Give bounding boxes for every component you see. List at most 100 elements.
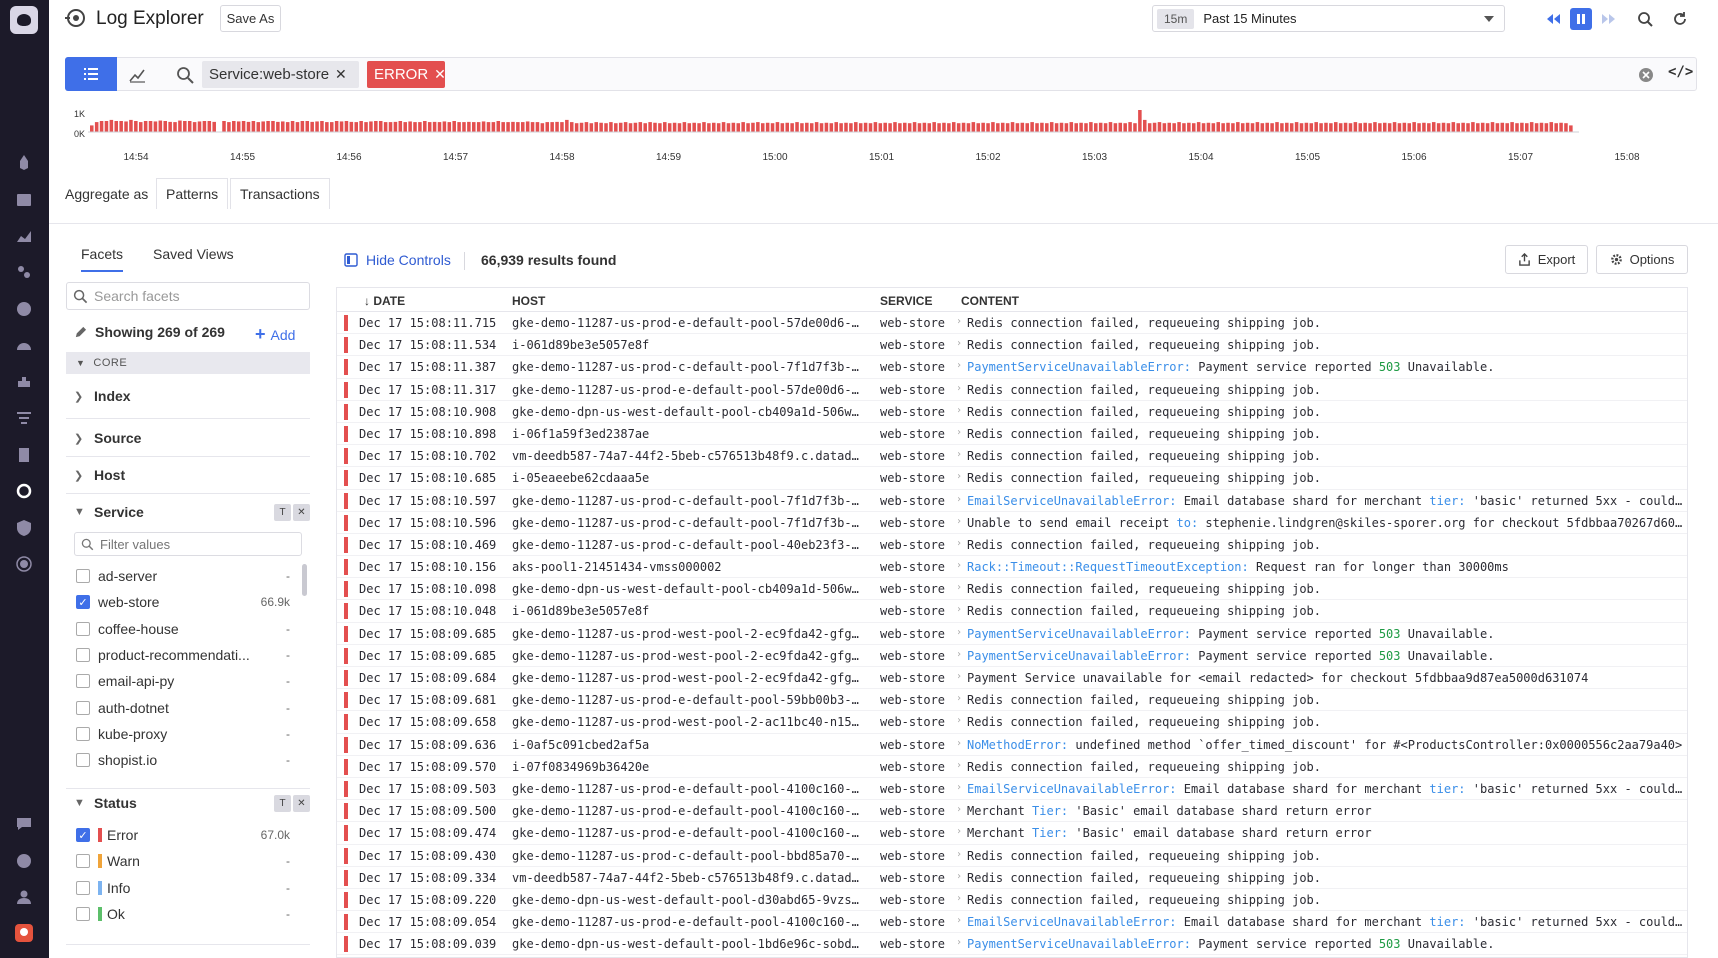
histogram-bar[interactable] <box>628 123 633 132</box>
histogram-bar[interactable] <box>555 121 559 132</box>
histogram-bar[interactable] <box>1304 122 1309 132</box>
histogram-bar[interactable] <box>932 122 936 132</box>
datadog-logo-icon[interactable] <box>10 6 38 34</box>
histogram-bar[interactable] <box>604 123 608 132</box>
facet-value-row[interactable]: Ok - <box>76 904 290 924</box>
histogram-bar[interactable] <box>1324 122 1328 132</box>
pause-button[interactable] <box>1570 8 1592 30</box>
histogram-bar[interactable] <box>1314 122 1318 132</box>
histogram-bar[interactable] <box>996 123 1000 132</box>
histogram-bar[interactable] <box>1108 122 1113 132</box>
facet-search-box[interactable] <box>66 282 310 310</box>
histogram-bar[interactable] <box>202 121 207 132</box>
histogram-bar[interactable] <box>1147 123 1152 132</box>
histogram-bar[interactable] <box>403 122 407 132</box>
table-row[interactable]: Dec 17 15:08:09.474 gke-demo-11287-us-pro… <box>337 822 1687 845</box>
histogram-bar[interactable] <box>760 123 765 132</box>
histogram-bar[interactable] <box>124 121 128 132</box>
histogram-bar[interactable] <box>99 121 104 132</box>
histogram-bar[interactable] <box>638 122 643 132</box>
histogram-bar[interactable] <box>467 121 471 132</box>
histogram-bar[interactable] <box>971 122 976 132</box>
histogram-bar[interactable] <box>1045 123 1049 132</box>
histogram-bar[interactable] <box>824 122 829 132</box>
histogram-bar[interactable] <box>1363 122 1367 132</box>
histogram-bar[interactable] <box>310 121 314 132</box>
chat-icon[interactable] <box>15 815 33 833</box>
histogram-bar[interactable] <box>109 119 114 132</box>
histogram-bar[interactable] <box>521 122 525 132</box>
histogram-bar[interactable] <box>1020 122 1025 132</box>
tab-facets[interactable]: Facets <box>81 246 124 272</box>
histogram-bar[interactable] <box>408 121 412 132</box>
tab-transactions[interactable]: Transactions <box>230 178 330 209</box>
table-row[interactable]: Dec 17 15:08:10.469 gke-demo-11287-us-pro… <box>337 534 1687 557</box>
facet-value-row[interactable]: web-store 66.9k <box>76 592 290 612</box>
histogram-bar[interactable] <box>658 123 662 132</box>
histogram-bar[interactable] <box>251 121 256 132</box>
histogram-bar[interactable] <box>956 123 961 132</box>
histogram-bar[interactable] <box>1187 122 1191 132</box>
histogram-bar[interactable] <box>1250 123 1255 132</box>
histogram-bar[interactable] <box>903 122 907 132</box>
histogram-bar[interactable] <box>1270 123 1274 132</box>
histogram-bar[interactable] <box>927 123 932 132</box>
histogram-bar[interactable] <box>222 121 226 132</box>
histogram-bar[interactable] <box>1280 123 1284 132</box>
histogram-bar[interactable] <box>1539 122 1544 132</box>
table-row[interactable]: Dec 17 15:08:11.534 i-061d89be3e5057e8f we… <box>337 334 1687 357</box>
time-range-selector[interactable]: 15m Past 15 Minutes <box>1152 5 1505 32</box>
fast-forward-icon[interactable] <box>1598 8 1620 30</box>
histogram-bar[interactable] <box>432 121 437 132</box>
table-row[interactable]: Dec 17 15:08:09.503 gke-demo-11287-us-pro… <box>337 778 1687 801</box>
histogram-bar[interactable] <box>119 121 123 132</box>
histogram-bar[interactable] <box>565 119 569 132</box>
histogram-bar[interactable] <box>1255 122 1260 132</box>
remove-tag-icon[interactable]: ✕ <box>335 66 347 83</box>
query-tag-service[interactable]: Service:web-store ✕ <box>202 61 359 88</box>
histogram-bar[interactable] <box>369 121 373 132</box>
histogram-bar[interactable] <box>991 122 995 132</box>
histogram-bar[interactable] <box>1123 123 1127 132</box>
ux-monitoring-icon[interactable] <box>15 555 33 573</box>
facet-value-row[interactable]: Warn - <box>76 851 290 871</box>
histogram-bar[interactable] <box>682 122 687 132</box>
histogram-bar[interactable] <box>1118 122 1123 132</box>
histogram-bar[interactable] <box>447 122 452 132</box>
table-row[interactable]: Dec 17 15:08:09.684 gke-demo-11287-us-pro… <box>337 667 1687 690</box>
histogram-bar[interactable] <box>785 122 789 132</box>
table-row[interactable]: Dec 17 15:08:10.048 i-061d89be3e5057e8f we… <box>337 600 1687 623</box>
histogram-bar[interactable] <box>1348 123 1353 132</box>
histogram-bar[interactable] <box>197 121 202 132</box>
histogram-bar[interactable] <box>1436 123 1441 132</box>
histogram-bar[interactable] <box>692 122 696 132</box>
histogram-bar[interactable] <box>560 122 564 132</box>
histogram-bar[interactable] <box>134 121 138 132</box>
histogram-bar[interactable] <box>261 121 265 132</box>
histogram-bar[interactable] <box>579 122 584 132</box>
histogram-bar[interactable] <box>795 122 799 132</box>
dashboard-icon[interactable] <box>15 191 33 209</box>
filter-values-box[interactable] <box>74 532 302 556</box>
histogram-bar[interactable] <box>143 121 148 132</box>
histogram-bar[interactable] <box>1040 122 1044 132</box>
histogram-bar[interactable] <box>663 122 667 132</box>
histogram-bar[interactable] <box>472 122 476 132</box>
filter-icon[interactable]: T <box>274 794 291 812</box>
histogram-bar[interactable] <box>393 121 398 132</box>
histogram-bar[interactable] <box>834 122 838 132</box>
facet-value-checkbox[interactable] <box>76 854 90 869</box>
facet-group-host[interactable]: ❯ Host <box>74 467 310 483</box>
histogram-bar[interactable] <box>525 121 530 132</box>
histogram-bar[interactable] <box>486 122 491 132</box>
histogram-bar[interactable] <box>452 121 456 132</box>
histogram-bar[interactable] <box>1417 123 1421 132</box>
facet-value-row[interactable]: Info - <box>76 878 290 898</box>
histogram-bar[interactable] <box>1167 122 1172 132</box>
table-row[interactable]: Dec 17 15:08:10.685 i-05eaeebe62cdaaa5e we… <box>337 467 1687 490</box>
refresh-icon[interactable] <box>1669 8 1691 30</box>
histogram-bar[interactable] <box>207 121 212 132</box>
histogram-bar[interactable] <box>153 121 158 132</box>
histogram-bar[interactable] <box>285 122 290 132</box>
histogram-bar[interactable] <box>643 123 647 132</box>
